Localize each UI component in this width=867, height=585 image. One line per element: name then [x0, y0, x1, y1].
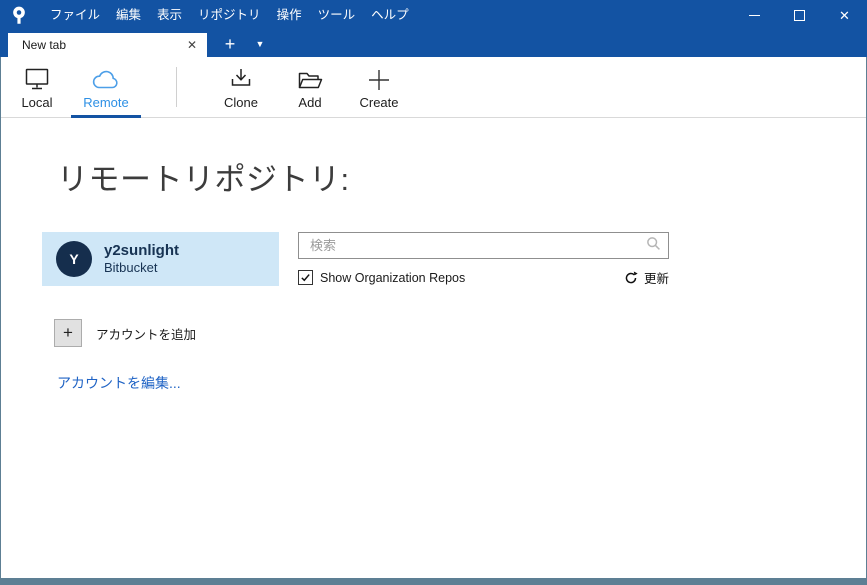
minimize-icon	[749, 15, 760, 16]
account-text: y2sunlight Bitbucket	[104, 242, 179, 277]
accounts-row: Y y2sunlight Bitbucket	[42, 232, 866, 287]
folder-icon	[296, 65, 324, 92]
window-controls: ✕	[732, 0, 867, 30]
sourcetree-logo-icon	[8, 4, 30, 26]
options-row: Show Organization Repos 更新	[298, 268, 669, 287]
close-button[interactable]: ✕	[822, 0, 867, 30]
checkmark-icon	[300, 272, 311, 283]
menu-repository[interactable]: リポジトリ	[190, 0, 269, 30]
account-service: Bitbucket	[104, 260, 179, 276]
monitor-icon	[23, 65, 51, 92]
plus-icon	[367, 65, 391, 92]
menu-actions[interactable]: 操作	[269, 0, 310, 30]
toolbar-clone-label: Clone	[224, 95, 258, 110]
tab-new-tab[interactable]: New tab ✕	[8, 33, 207, 57]
sourcetree-window: ファイル 編集 表示 リポジトリ 操作 ツール ヘルプ ✕ New tab ✕ …	[0, 0, 867, 585]
toolbar-separator	[176, 67, 177, 107]
refresh-icon	[624, 271, 638, 285]
add-account-label: アカウントを追加	[96, 324, 196, 343]
show-org-repos-label: Show Organization Repos	[320, 271, 465, 285]
maximize-icon	[794, 10, 805, 21]
search-icon	[646, 236, 661, 256]
toolbar-add-button[interactable]: Add	[279, 57, 341, 117]
close-icon: ✕	[839, 9, 850, 22]
window-bottom-border	[0, 578, 867, 585]
window-body: Local Remote	[0, 57, 867, 578]
toolbar-local-button[interactable]: Local	[6, 57, 68, 117]
titlebar: ファイル 編集 表示 リポジトリ 操作 ツール ヘルプ ✕	[0, 0, 867, 30]
repo-list-controls: Show Organization Repos 更新	[298, 232, 669, 287]
toolbar-create-button[interactable]: Create	[348, 57, 410, 117]
maximize-button[interactable]	[777, 0, 822, 30]
account-name: y2sunlight	[104, 242, 179, 261]
download-icon	[228, 65, 254, 92]
menu-tools[interactable]: ツール	[310, 0, 364, 30]
refresh-button[interactable]: 更新	[624, 268, 669, 287]
edit-accounts-link[interactable]: アカウントを編集...	[57, 373, 181, 393]
search-input[interactable]	[308, 237, 646, 254]
toolbar-add-label: Add	[298, 95, 321, 110]
menu-help[interactable]: ヘルプ	[363, 0, 417, 30]
account-item-bitbucket[interactable]: Y y2sunlight Bitbucket	[42, 232, 279, 286]
toolbar-remote-button[interactable]: Remote	[75, 57, 137, 117]
tab-label: New tab	[22, 38, 185, 52]
menu-file[interactable]: ファイル	[42, 0, 108, 30]
remote-active-underline	[71, 115, 141, 118]
remote-repositories-view: リモートリポジトリ: Y y2sunlight Bitbucket	[1, 118, 866, 578]
menu-view[interactable]: 表示	[149, 0, 190, 30]
toolbar-create-label: Create	[359, 95, 398, 110]
tab-bar: New tab ✕ + ▼	[0, 30, 867, 57]
add-account-button[interactable]: +	[54, 319, 82, 347]
toolbar-local-label: Local	[21, 95, 52, 110]
new-tab-button[interactable]: +	[213, 31, 247, 57]
search-box	[298, 232, 669, 259]
toolbar-clone-button[interactable]: Clone	[210, 57, 272, 117]
cloud-icon	[91, 65, 121, 92]
refresh-label: 更新	[644, 268, 669, 287]
toolbar-remote-label: Remote	[83, 95, 129, 110]
toolbar: Local Remote	[1, 57, 866, 118]
page-title: リモートリポジトリ:	[57, 154, 866, 199]
show-org-repos-checkbox[interactable]	[298, 270, 313, 285]
minimize-button[interactable]	[732, 0, 777, 30]
menubar: ファイル 編集 表示 リポジトリ 操作 ツール ヘルプ	[42, 0, 417, 30]
account-avatar: Y	[56, 241, 92, 277]
add-account-row: + アカウントを追加	[54, 319, 866, 347]
tab-close-icon[interactable]: ✕	[185, 38, 199, 52]
menu-edit[interactable]: 編集	[108, 0, 149, 30]
tab-list-dropdown[interactable]: ▼	[247, 31, 273, 57]
